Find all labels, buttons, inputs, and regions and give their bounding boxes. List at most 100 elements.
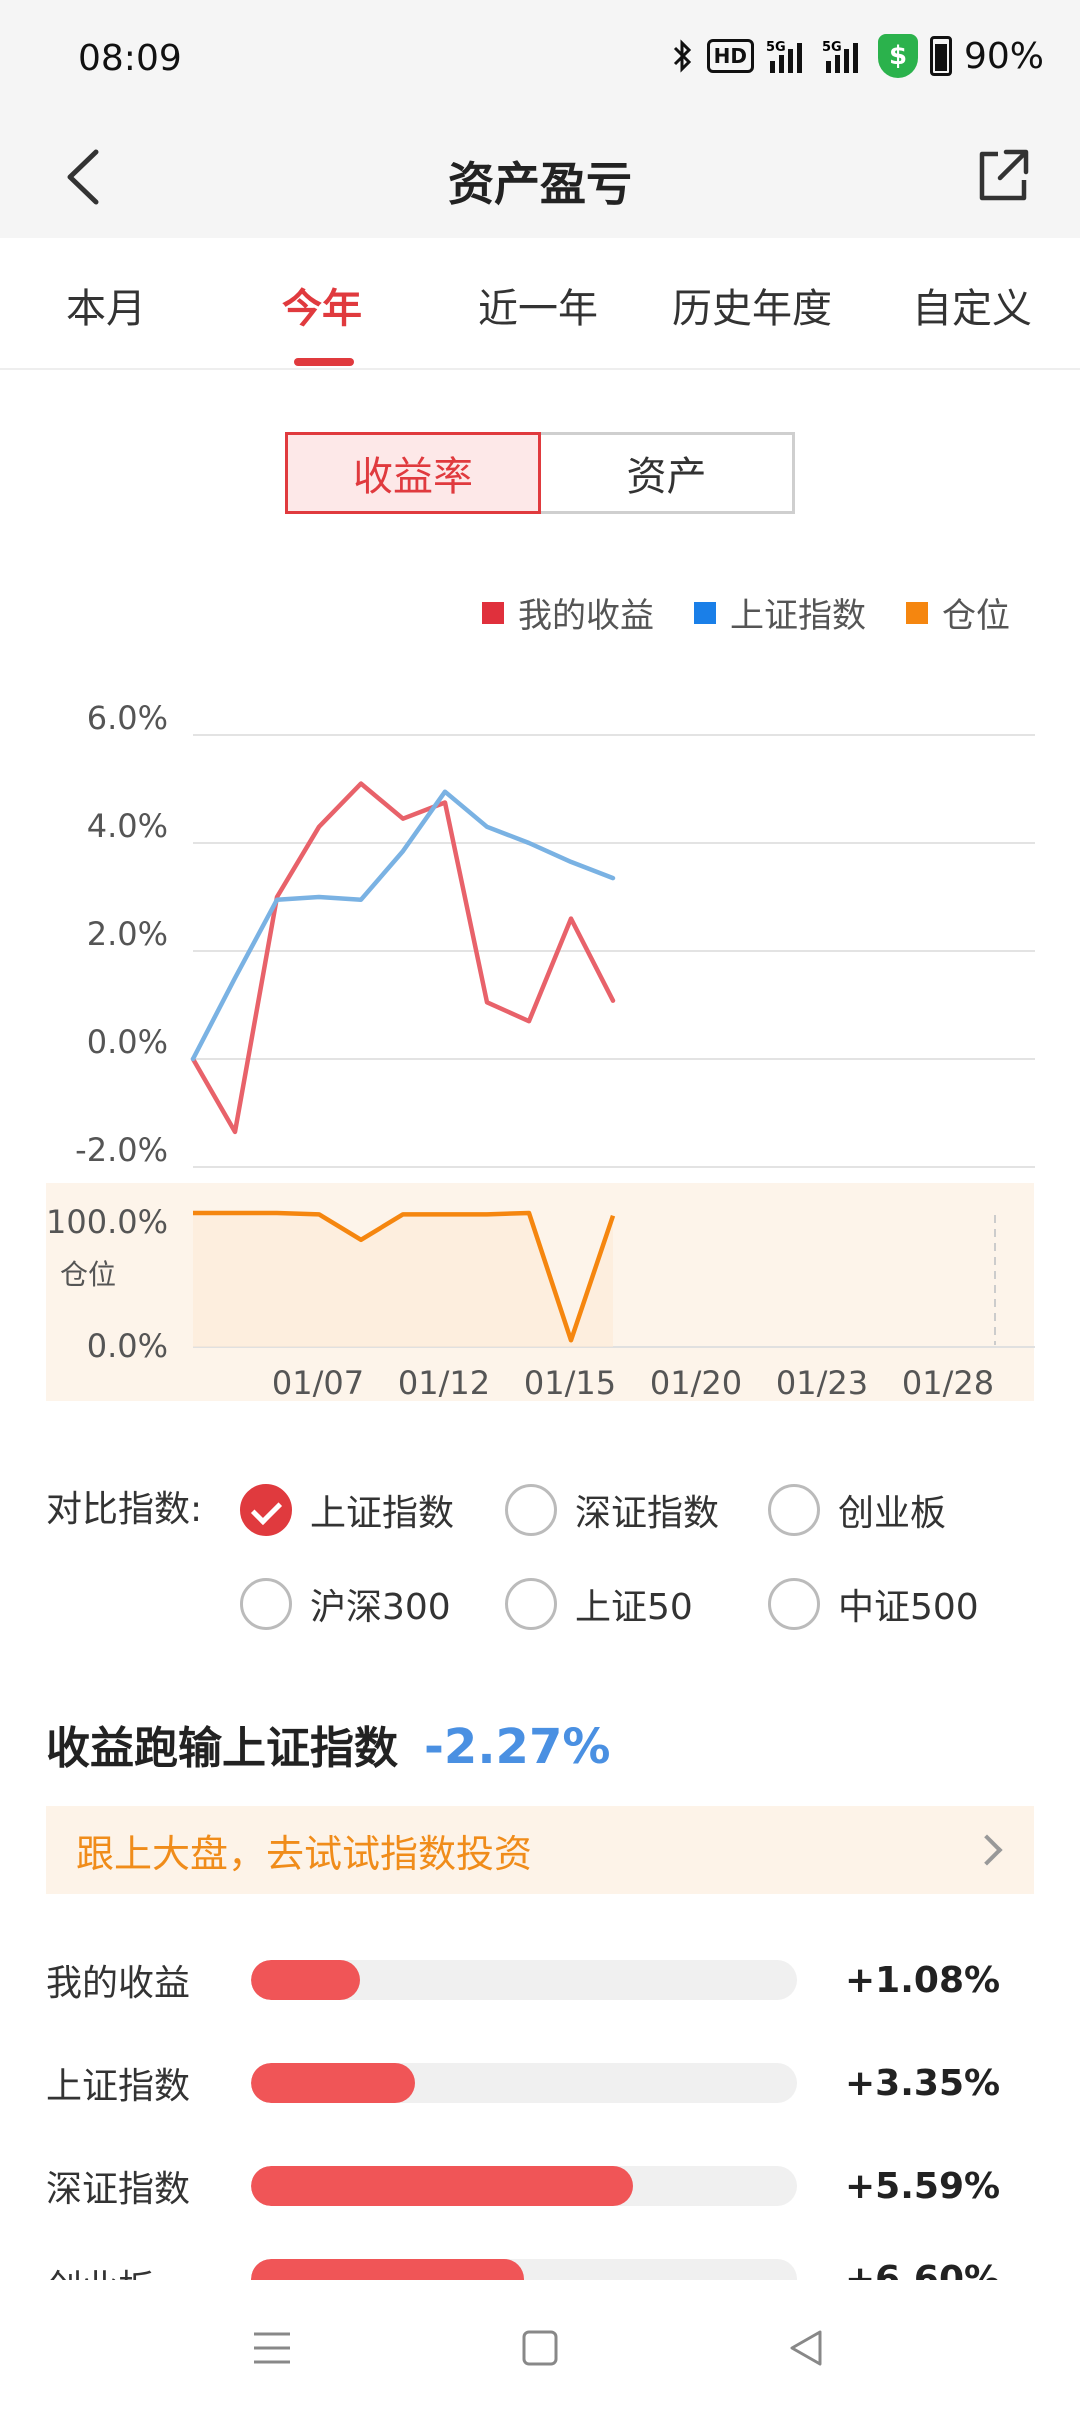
index-invest-banner[interactable]: 跟上大盘，去试试指数投资 (46, 1806, 1034, 1894)
period-tabs: 本月 今年 近一年 历史年度 自定义 (0, 238, 1080, 370)
battery-percent: 90% (963, 35, 1044, 77)
x-tick-label: 01/12 (398, 1364, 490, 1402)
page-title: 资产盈亏 (448, 157, 632, 211)
legend-label: 仓位 (942, 596, 1010, 636)
status-bar: 08:09 HD 5G 5G $ 90% (0, 0, 1080, 120)
status-icons: HD 5G 5G $ 90% (671, 34, 1044, 78)
return-bar-row: 我的收益 +1.08% (46, 1950, 1034, 2010)
return-chart: 6.0% 4.0% 2.0% 0.0% -2.0% 100.0% 0.0% 仓位 01/07 01… (46, 699, 1035, 1402)
shield-dollar-icon: $ (877, 34, 918, 78)
position-y-tick-label: 0.0% (87, 1327, 168, 1365)
banner-text: 跟上大盘，去试试指数投资 (76, 1831, 533, 1876)
y-tick-label: 4.0% (87, 807, 168, 845)
x-tick-label: 01/20 (650, 1364, 742, 1402)
radio-icon[interactable] (505, 1578, 557, 1630)
compare-option-szse[interactable]: 深证指数 (505, 1484, 719, 1536)
summary-value: -2.27% (424, 1719, 611, 1775)
bar-value: +6.60% (845, 2259, 1001, 2280)
signal-5g-icon: 5G (766, 37, 810, 75)
compare-option-label: 上证指数 (310, 1493, 455, 1534)
x-tick-label: 01/15 (524, 1364, 616, 1402)
bar-fill (251, 2166, 634, 2206)
x-tick-label: 01/28 (902, 1364, 994, 1402)
compare-option-sse[interactable]: 上证指数 (240, 1484, 454, 1536)
y-tick-label: 0.0% (87, 1023, 168, 1061)
radio-icon[interactable] (240, 1578, 292, 1630)
bar-track (251, 2063, 797, 2103)
share-icon (979, 149, 1029, 201)
radio-icon[interactable] (768, 1578, 820, 1630)
summary-text: 收益跑输上证指数 (46, 1723, 398, 1774)
chevron-right-icon (971, 1834, 1003, 1866)
return-bar-row: 上证指数 +3.35% (46, 2053, 1034, 2113)
legend-swatch (694, 601, 716, 624)
legend-label: 我的收益 (518, 596, 654, 636)
bar-track (251, 2166, 797, 2206)
bar-value: +5.59% (845, 2165, 1001, 2207)
radio-icon[interactable] (768, 1484, 820, 1536)
compare-option-chinext[interactable]: 创业板 (768, 1484, 946, 1536)
compare-option-label: 中证500 (838, 1587, 979, 1628)
legend-item: 我的收益 (482, 588, 654, 637)
status-time: 08:09 (78, 38, 182, 79)
bar-label: 上证指数 (46, 2066, 191, 2107)
bar-label: 深证指数 (46, 2169, 191, 2210)
compare-option-csi500[interactable]: 中证500 (768, 1578, 979, 1630)
tab-last-year[interactable]: 近一年 (478, 276, 598, 334)
return-summary: 收益跑输上证指数 -2.27% (46, 1712, 610, 1776)
legend-swatch (906, 601, 928, 624)
bar-value: +3.35% (845, 2062, 1001, 2104)
tab-custom[interactable]: 自定义 (912, 276, 1032, 334)
chart-legend: 我的收益 上证指数 仓位 (482, 588, 1010, 637)
x-tick-label: 01/07 (272, 1364, 364, 1402)
legend-label: 上证指数 (730, 596, 866, 636)
checkbox-checked-icon[interactable] (240, 1484, 292, 1536)
tab-history-year[interactable]: 历史年度 (672, 276, 832, 334)
system-nav-bar (0, 2280, 1080, 2412)
bar-value: +1.08% (845, 1959, 1001, 2001)
svg-text:5G: 5G (822, 40, 842, 55)
y-tick-label: -2.0% (75, 1131, 168, 1169)
legend-item: 仓位 (906, 588, 1010, 637)
return-bar-row: 创业板 +6.60% (46, 2259, 1034, 2280)
svg-text:5G: 5G (766, 40, 786, 55)
back-nav-icon[interactable] (784, 2326, 828, 2370)
return-bar-row: 深证指数 +5.59% (46, 2156, 1034, 2216)
home-icon[interactable] (518, 2326, 562, 2370)
tab-active-indicator (294, 358, 354, 366)
tab-this-year[interactable]: 今年 (282, 276, 362, 334)
compare-option-sse50[interactable]: 上证50 (505, 1578, 693, 1630)
position-axis-label: 仓位 (60, 1258, 116, 1291)
compare-option-label: 深证指数 (575, 1493, 720, 1534)
position-y-tick-label: 100.0% (46, 1203, 168, 1241)
hd-icon: HD (706, 39, 754, 73)
share-button[interactable] (972, 146, 1032, 206)
series-line (190, 781, 616, 1135)
y-tick-label: 6.0% (87, 699, 168, 737)
legend-item: 上证指数 (694, 588, 866, 637)
bar-label: 我的收益 (46, 1963, 191, 2004)
bar-track (251, 2259, 797, 2280)
bluetooth-icon (671, 38, 695, 74)
app-header: 资产盈亏 (0, 120, 1080, 238)
bar-fill (251, 2063, 415, 2103)
radio-icon[interactable] (505, 1484, 557, 1536)
segment-assets[interactable]: 资产 (541, 432, 795, 514)
y-tick-label: 2.0% (87, 915, 168, 953)
compare-label: 对比指数: (46, 1489, 203, 1530)
tab-this-month[interactable]: 本月 (66, 276, 146, 334)
x-tick-label: 01/23 (776, 1364, 868, 1402)
bar-label: 创业板 (46, 2259, 251, 2280)
compare-option-label: 创业板 (838, 1493, 947, 1534)
compare-option-label: 沪深300 (310, 1587, 451, 1628)
battery-icon (929, 36, 952, 76)
compare-option-csi300[interactable]: 沪深300 (240, 1578, 451, 1630)
segment-return-rate[interactable]: 收益率 (285, 432, 541, 514)
bar-track (251, 1960, 797, 2000)
signal-5g-icon: 5G (822, 37, 866, 75)
compare-option-label: 上证50 (575, 1587, 693, 1628)
bar-fill (251, 2259, 524, 2280)
legend-swatch (482, 601, 504, 624)
menu-icon[interactable] (250, 2326, 294, 2370)
bar-fill (251, 1960, 361, 2000)
